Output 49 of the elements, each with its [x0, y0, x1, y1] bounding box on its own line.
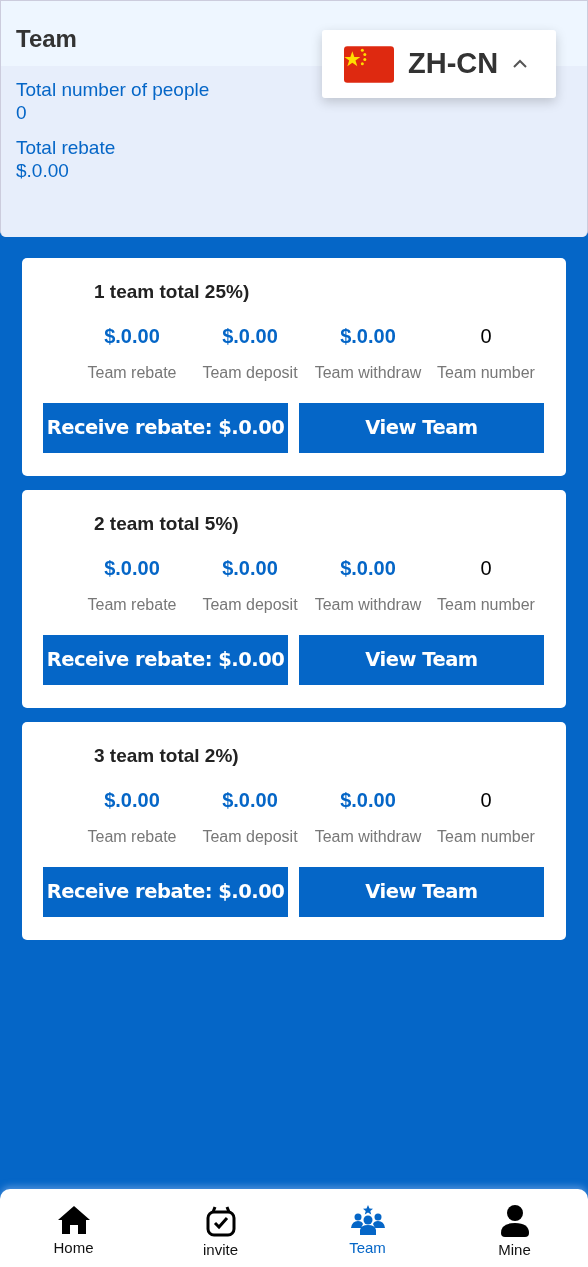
stat-value: 0 — [480, 324, 492, 347]
stat-value: $.0.00 — [104, 324, 160, 347]
view-team-button[interactable]: View Team — [299, 402, 544, 453]
team-title: 1 team total 25%) — [94, 281, 250, 302]
team-icon — [350, 1205, 385, 1235]
stat-value: $.0.00 — [340, 788, 396, 811]
stat-label: Team deposit — [202, 827, 298, 845]
stat-label: Team deposit — [202, 595, 298, 613]
tab-item[interactable]: Home — [0, 1189, 147, 1267]
view-team-button[interactable]: View Team — [299, 866, 544, 917]
home-icon — [56, 1205, 91, 1235]
stat-value: $.0.00 — [340, 556, 396, 579]
tab-item[interactable]: Mine — [441, 1189, 588, 1267]
stat-value: 0 — [480, 788, 492, 811]
stat-label: Team number — [437, 363, 535, 381]
stat-value: $.0.00 — [340, 324, 396, 347]
stat-value: $.0.00 — [104, 788, 160, 811]
receive-rebate-button[interactable]: Receive rebate: $.0.00 — [43, 634, 288, 685]
stat-value: $.0.00 — [222, 556, 278, 579]
stat-label: Team rebate — [87, 595, 177, 613]
team-title: 3 team total 2%) — [94, 745, 239, 766]
page-title: Team — [16, 25, 77, 52]
stat-label: Team deposit — [202, 363, 298, 381]
summary-value: 0 — [16, 101, 28, 124]
stat-label: Team rebate — [87, 827, 177, 845]
stat-value: $.0.00 — [104, 556, 160, 579]
stat-label: Team rebate — [87, 363, 177, 381]
stat-label: Team withdraw — [314, 363, 422, 381]
summary-value: $.0.00 — [16, 159, 70, 182]
calendar-check-icon — [205, 1205, 236, 1237]
view-team-button[interactable]: View Team — [299, 634, 544, 685]
summary-label: Total rebate — [16, 136, 117, 159]
stat-label: Team number — [437, 827, 535, 845]
flag-icon — [344, 45, 394, 83]
receive-rebate-button[interactable]: Receive rebate: $.0.00 — [43, 402, 288, 453]
summary-label: Total number of people — [16, 78, 211, 101]
stat-label: Team withdraw — [314, 827, 422, 845]
stat-label: Team number — [437, 595, 535, 613]
team-title: 2 team total 5%) — [94, 513, 239, 534]
stat-value: 0 — [480, 556, 492, 579]
stat-label: Team withdraw — [314, 595, 422, 613]
stat-value: $.0.00 — [222, 324, 278, 347]
person-icon — [500, 1205, 529, 1237]
tab-item[interactable]: invite — [147, 1189, 294, 1267]
tab-item[interactable]: Team — [294, 1189, 441, 1267]
language-selector[interactable]: ZH-CN — [322, 30, 556, 98]
language-code: ZH-CN — [408, 46, 499, 82]
receive-rebate-button[interactable]: Receive rebate: $.0.00 — [43, 866, 288, 917]
stat-value: $.0.00 — [222, 788, 278, 811]
